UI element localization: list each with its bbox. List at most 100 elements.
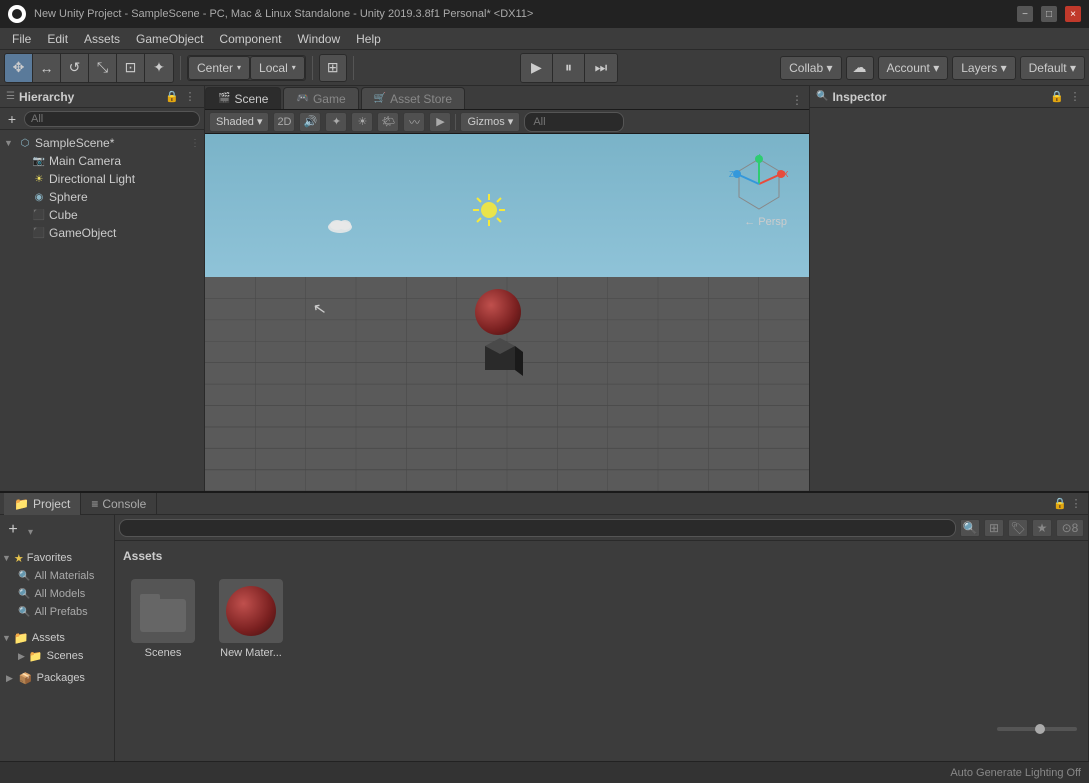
fav-all-models[interactable]: 🔍 All Models — [2, 585, 112, 603]
scene-anim-toggle[interactable]: ▶ — [429, 112, 451, 132]
rect-tool[interactable]: ⊡ — [117, 54, 145, 82]
project-search-icon-btn[interactable]: 🔍 — [960, 519, 980, 537]
hierarchy-add-btn[interactable]: + — [4, 111, 20, 127]
hierarchy-item-cube[interactable]: ⬛ Cube — [0, 206, 204, 224]
rect-btn[interactable]: ⊞ — [319, 54, 347, 82]
tab-game[interactable]: 🎮 Game — [283, 87, 358, 109]
fav-all-materials[interactable]: 🔍 All Materials — [2, 567, 112, 585]
scene-viewport[interactable]: X Y Z ← Persp ↖ — [205, 134, 809, 491]
toolbar: ✥ ↔ ↺ ⤡ ⊡ ✦ Center ▾ Local ▾ ⊞ ▶ ⏸ ⏭ Col… — [0, 50, 1089, 86]
status-bar: Auto Generate Lighting Off — [0, 761, 1089, 783]
center-tab-menu[interactable]: ⋮ — [785, 91, 809, 109]
assets-scenes-item[interactable]: ▶ 📁 Scenes — [2, 647, 112, 665]
project-view-btn[interactable]: ⊙8 — [1056, 519, 1084, 537]
hierarchy-menu[interactable]: ⋮ — [182, 89, 198, 105]
favorites-header[interactable]: ▼ ★ Favorites — [2, 549, 112, 567]
search-icon-pref: 🔍 — [18, 607, 30, 618]
slider-track[interactable] — [997, 727, 1077, 731]
transform-tools: ✥ ↔ ↺ ⤡ ⊡ ✦ — [4, 53, 174, 83]
favorites-star: ★ — [14, 552, 24, 565]
hierarchy-item-gameobject[interactable]: ⬛ GameObject — [0, 224, 204, 242]
hierarchy-item-dirlight[interactable]: ☀ Directional Light — [0, 170, 204, 188]
cloud-button[interactable]: ☁ — [846, 56, 874, 80]
scene-lighting-toggle[interactable]: ☀ — [351, 112, 373, 132]
hierarchy-header: ☰ Hierarchy 🔒 ⋮ — [0, 86, 204, 108]
space-button[interactable]: Local ▾ — [250, 56, 305, 80]
hierarchy-item-sphere[interactable]: ◉ Sphere — [0, 188, 204, 206]
hierarchy-search-bar: + — [0, 108, 204, 130]
close-button[interactable]: × — [1065, 6, 1081, 22]
bottom-area: 📁 Project ≡ Console 🔒 ⋮ + ▾ — [0, 491, 1089, 761]
project-star-filter-btn[interactable]: ★ — [1032, 519, 1052, 537]
scene-fog-toggle[interactable]: 〰 — [403, 112, 425, 132]
tab-console[interactable]: ≡ Console — [81, 493, 157, 515]
gizmos-dropdown[interactable]: Gizmos ▾ — [460, 112, 520, 132]
search-icon-mat: 🔍 — [18, 571, 30, 582]
sound-toggle[interactable]: 🔊 — [299, 112, 321, 132]
hierarchy-search-input[interactable] — [24, 111, 200, 127]
inspector-panel: 🔍 Inspector 🔒 ⋮ — [809, 86, 1089, 491]
menu-edit[interactable]: Edit — [39, 30, 76, 48]
gameobj-icon: ⬛ — [32, 226, 46, 240]
pause-button[interactable]: ⏸ — [553, 54, 585, 82]
console-tab-icon: ≡ — [91, 497, 98, 511]
scene-skybox-toggle[interactable]: 🌤 — [377, 112, 399, 132]
inspector-panel-icon: 🔍 — [816, 91, 828, 102]
samplescene-kebab[interactable]: ⋮ — [190, 138, 200, 149]
pivot-group: Center ▾ Local ▾ — [187, 55, 306, 81]
console-tab-label: Console — [102, 497, 146, 511]
fav-all-prefabs[interactable]: 🔍 All Prefabs — [2, 603, 112, 621]
hierarchy-lock[interactable]: 🔒 — [164, 89, 180, 105]
hand-tool[interactable]: ✥ — [5, 54, 33, 82]
shading-dropdown[interactable]: Shaded ▾ — [209, 112, 269, 132]
layout-button[interactable]: Default ▾ — [1020, 56, 1085, 80]
hierarchy-item-maincamera[interactable]: 📷 Main Camera — [0, 152, 204, 170]
svg-text:X: X — [783, 170, 789, 179]
search-icon-mod: 🔍 — [18, 589, 30, 600]
inspector-header: 🔍 Inspector 🔒 ⋮ — [810, 86, 1089, 108]
project-add-button[interactable]: + — [2, 519, 24, 541]
step-button[interactable]: ⏭ — [585, 54, 617, 82]
menu-gameobject[interactable]: GameObject — [128, 30, 211, 48]
assets-section-header[interactable]: ▼ 📁 Assets — [2, 629, 112, 647]
packages-section[interactable]: ▶ 📦 Packages — [2, 669, 112, 687]
menu-component[interactable]: Component — [211, 30, 289, 48]
scene-gizmo[interactable]: X Y Z — [729, 154, 789, 214]
center-tab-bar: 🎬 Scene 🎮 Game 🛒 Asset Store ⋮ — [205, 86, 809, 110]
project-menu[interactable]: ⋮ — [1068, 496, 1084, 512]
collab-button[interactable]: Collab ▾ — [780, 56, 841, 80]
rotate-tool[interactable]: ↺ — [61, 54, 89, 82]
menu-file[interactable]: File — [4, 30, 39, 48]
cube-obj-icon: ⬛ — [32, 208, 46, 222]
play-button[interactable]: ▶ — [521, 54, 553, 82]
scale-tool[interactable]: ⤡ — [89, 54, 117, 82]
project-assets-grid: Assets Scenes — [115, 541, 1088, 761]
menu-assets[interactable]: Assets — [76, 30, 128, 48]
project-main-search[interactable] — [119, 519, 956, 537]
project-type-filter-btn[interactable]: ⊞ — [984, 519, 1004, 537]
tab-scene[interactable]: 🎬 Scene — [205, 87, 281, 109]
hierarchy-item-samplescene[interactable]: ▼ ⬡ SampleScene* ⋮ — [0, 134, 204, 152]
pivot-button[interactable]: Center ▾ — [188, 56, 250, 80]
inspector-lock[interactable]: 🔒 — [1049, 89, 1065, 105]
assets-grid-header: Assets — [123, 549, 1080, 563]
transform-tool[interactable]: ✦ — [145, 54, 173, 82]
tab-assetstore[interactable]: 🛒 Asset Store — [361, 87, 465, 109]
scene-search-input[interactable] — [524, 112, 624, 132]
maximize-button[interactable]: □ — [1041, 6, 1057, 22]
asset-new-material[interactable]: New Mater... — [211, 575, 291, 663]
project-label-filter-btn[interactable]: 🏷 — [1008, 519, 1028, 537]
menu-window[interactable]: Window — [289, 30, 348, 48]
2d-toggle[interactable]: 2D — [273, 112, 295, 132]
game-tab-icon: 🎮 — [296, 93, 308, 104]
inspector-menu[interactable]: ⋮ — [1067, 89, 1083, 105]
fx-toggle[interactable]: ✦ — [325, 112, 347, 132]
account-button[interactable]: Account ▾ — [878, 56, 949, 80]
asset-scenes-folder[interactable]: Scenes — [123, 575, 203, 663]
minimize-button[interactable]: − — [1017, 6, 1033, 22]
move-tool[interactable]: ↔ — [33, 54, 61, 82]
project-lock[interactable]: 🔒 — [1052, 496, 1068, 512]
menu-help[interactable]: Help — [348, 30, 389, 48]
layers-button[interactable]: Layers ▾ — [952, 56, 1015, 80]
tab-project[interactable]: 📁 Project — [4, 493, 81, 515]
